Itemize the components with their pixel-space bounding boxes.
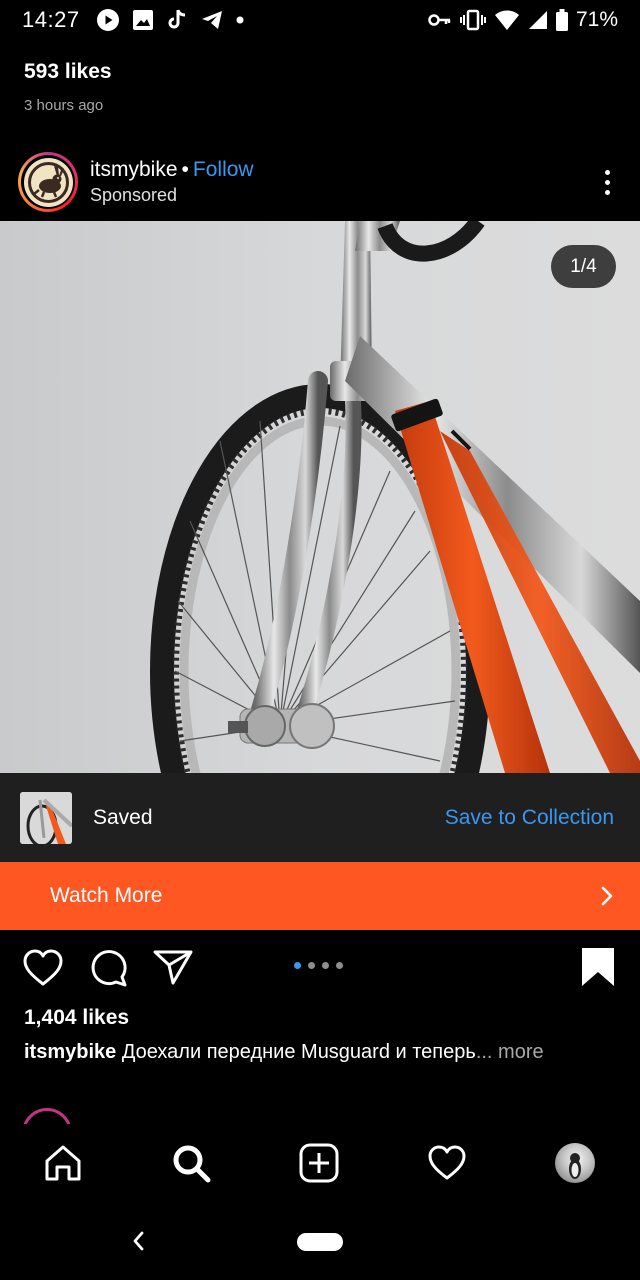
saved-label: Saved bbox=[93, 805, 153, 829]
post-author-avatar[interactable] bbox=[18, 152, 78, 212]
sponsored-label: Sponsored bbox=[90, 185, 178, 205]
next-post-avatar[interactable] bbox=[22, 1108, 72, 1124]
more-options-icon[interactable] bbox=[592, 162, 622, 202]
profile-avatar[interactable] bbox=[554, 1142, 596, 1184]
carousel-dot bbox=[322, 962, 329, 969]
caption-username[interactable]: itsmybike bbox=[24, 1041, 116, 1063]
share-send-icon[interactable] bbox=[153, 948, 193, 986]
back-icon[interactable] bbox=[130, 1230, 146, 1252]
gallery-icon bbox=[132, 9, 154, 31]
vibrate-icon bbox=[459, 9, 486, 31]
bicycle-photo bbox=[150, 221, 640, 773]
username-separator: • bbox=[181, 158, 189, 181]
telegram-icon bbox=[200, 9, 224, 31]
caption-text: Доехали передние Musguard и теперь bbox=[121, 1041, 476, 1063]
post-caption[interactable]: itsmybike Доехали передние Musguard и те… bbox=[24, 1041, 624, 1064]
caption-more-link[interactable]: ... more bbox=[476, 1041, 544, 1063]
previous-post-timestamp: 3 hours ago bbox=[24, 97, 104, 114]
add-post-icon[interactable] bbox=[298, 1142, 340, 1184]
save-to-collection-button[interactable]: Save to Collection bbox=[445, 806, 614, 830]
battery-icon bbox=[555, 9, 568, 31]
system-navigation-bar bbox=[0, 1202, 640, 1280]
status-notification-icons bbox=[96, 8, 244, 32]
activity-heart-icon[interactable] bbox=[426, 1142, 468, 1184]
status-time: 14:27 bbox=[22, 7, 80, 32]
watch-more-cta[interactable]: Watch More bbox=[0, 862, 640, 930]
carousel-dot bbox=[308, 962, 315, 969]
chevron-right-icon bbox=[600, 886, 614, 906]
home-pill-button[interactable] bbox=[297, 1233, 343, 1251]
post-username[interactable]: itsmybike bbox=[90, 158, 178, 182]
bookmark-saved-icon[interactable] bbox=[580, 946, 616, 988]
post-header: itsmybike • Follow Sponsored bbox=[0, 148, 640, 216]
bottom-navigation bbox=[0, 1124, 640, 1202]
carousel-dot-active bbox=[294, 962, 301, 969]
post-actions bbox=[0, 944, 640, 994]
watch-more-label: Watch More bbox=[50, 884, 163, 907]
post-image-carousel[interactable]: 1/4 bbox=[0, 221, 640, 773]
vpn-key-icon bbox=[428, 13, 452, 27]
carousel-indicator bbox=[294, 962, 343, 969]
battery-percent: 71% bbox=[575, 8, 618, 31]
home-icon[interactable] bbox=[42, 1142, 84, 1184]
status-bar: 14:27 71% bbox=[0, 0, 640, 40]
image-counter-badge: 1/4 bbox=[551, 245, 616, 288]
saved-post-thumbnail bbox=[20, 791, 72, 844]
like-heart-icon[interactable] bbox=[22, 948, 64, 988]
signal-icon bbox=[528, 10, 548, 30]
comment-icon[interactable] bbox=[88, 948, 128, 988]
status-system-icons: 71% bbox=[428, 8, 618, 32]
search-icon[interactable] bbox=[170, 1142, 212, 1184]
rabbit-logo-icon bbox=[23, 157, 73, 207]
likes-count[interactable]: 1,404 likes bbox=[24, 1006, 129, 1030]
youtube-icon bbox=[96, 8, 120, 32]
carousel-dot bbox=[336, 962, 343, 969]
notification-dot-icon bbox=[236, 16, 244, 24]
follow-button[interactable]: Follow bbox=[193, 158, 254, 182]
saved-toast-bar: Saved Save to Collection bbox=[0, 773, 640, 862]
tiktok-icon bbox=[166, 8, 188, 32]
wifi-icon bbox=[494, 9, 520, 31]
previous-post-likes[interactable]: 593 likes bbox=[24, 60, 112, 84]
